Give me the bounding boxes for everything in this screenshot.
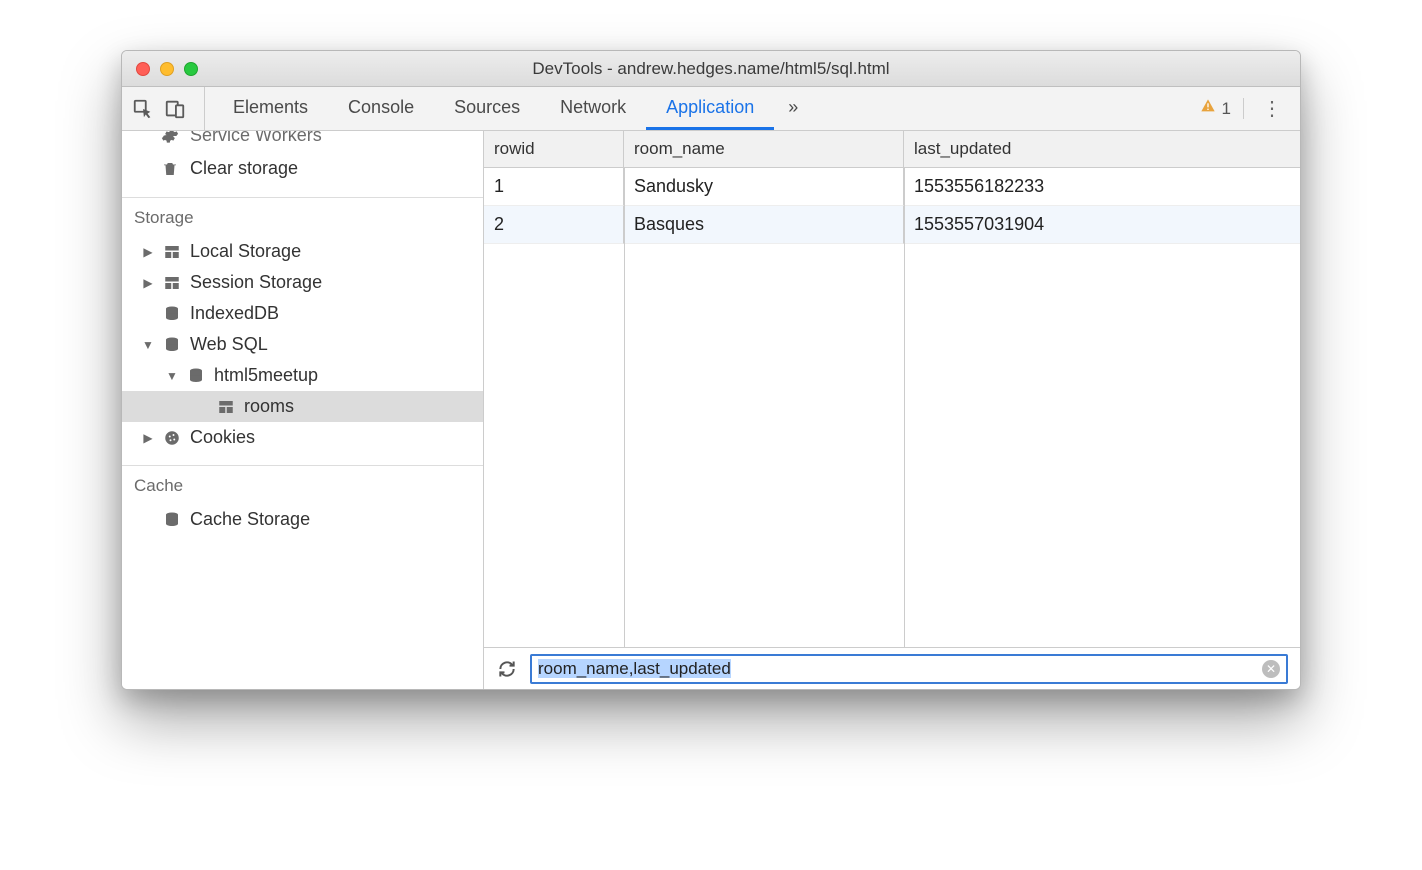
more-menu-icon[interactable]: ⋮	[1254, 96, 1290, 121]
tab-application[interactable]: Application	[646, 87, 774, 130]
tree-item-database[interactable]: ▼ html5meetup	[122, 360, 483, 391]
tab-network[interactable]: Network	[540, 87, 646, 130]
sql-input-text: room_name,last_updated	[538, 659, 1262, 679]
data-grid-body[interactable]: 1 Sandusky 1553556182233 2 Basques 15535…	[484, 168, 1300, 647]
data-grid-header: rowid room_name last_updated	[484, 131, 1300, 168]
caret-right-icon: ▶	[142, 431, 154, 445]
database-icon	[162, 304, 182, 324]
cell-room-name: Sandusky	[624, 168, 904, 206]
tab-overflow[interactable]: »	[774, 87, 812, 130]
tree-item-label: rooms	[244, 396, 294, 417]
sidebar-item-label: Clear storage	[190, 158, 298, 179]
warnings-badge[interactable]: 1	[1200, 98, 1244, 119]
data-grid: rowid room_name last_updated 1 Sandusky …	[484, 131, 1300, 647]
device-toolbar-icon[interactable]	[164, 98, 186, 120]
warnings-count: 1	[1222, 99, 1231, 119]
tree-item-web-sql[interactable]: ▼ Web SQL	[122, 329, 483, 360]
tree-item-indexeddb[interactable]: IndexedDB	[122, 298, 483, 329]
application-sidebar: Service Workers Clear storage Storage ▶ …	[122, 131, 484, 689]
websql-table-view: rowid room_name last_updated 1 Sandusky …	[484, 131, 1300, 689]
tree-item-label: Cookies	[190, 427, 255, 448]
warning-icon	[1200, 98, 1216, 119]
tree-item-table-rooms[interactable]: rooms	[122, 391, 483, 422]
table-icon	[162, 242, 182, 262]
tree-item-label: Web SQL	[190, 334, 268, 355]
window-controls	[122, 62, 198, 76]
column-header-room-name[interactable]: room_name	[624, 131, 904, 167]
table-row[interactable]: 1 Sandusky 1553556182233	[484, 168, 1300, 206]
sql-input[interactable]: room_name,last_updated ✕	[530, 654, 1288, 684]
sidebar-item-service-workers[interactable]: Service Workers	[122, 131, 483, 152]
caret-down-icon: ▼	[166, 369, 178, 383]
devtools-tabstrip: Elements Console Sources Network Applica…	[122, 87, 1300, 131]
sidebar-item-clear-storage[interactable]: Clear storage	[122, 152, 483, 185]
trash-icon	[160, 159, 180, 179]
tree-item-local-storage[interactable]: ▶ Local Storage	[122, 236, 483, 267]
window-title: DevTools - andrew.hedges.name/html5/sql.…	[122, 59, 1300, 79]
caret-right-icon: ▶	[142, 245, 154, 259]
tree-item-label: IndexedDB	[190, 303, 279, 324]
cell-room-name: Basques	[624, 206, 904, 244]
cookie-icon	[162, 428, 182, 448]
tree-item-session-storage[interactable]: ▶ Session Storage	[122, 267, 483, 298]
sidebar-storage-tree: ▶ Local Storage ▶ Session Storage	[122, 236, 483, 453]
tree-item-label: Local Storage	[190, 241, 301, 262]
sql-console-bar: room_name,last_updated ✕	[484, 647, 1300, 689]
zoom-window-button[interactable]	[184, 62, 198, 76]
table-row[interactable]: 2 Basques 1553557031904	[484, 206, 1300, 244]
close-window-button[interactable]	[136, 62, 150, 76]
sidebar-item-label: Service Workers	[190, 131, 322, 146]
caret-down-icon: ▼	[142, 338, 154, 352]
column-header-rowid[interactable]: rowid	[484, 131, 624, 167]
titlebar: DevTools - andrew.hedges.name/html5/sql.…	[122, 51, 1300, 87]
inspect-element-icon[interactable]	[132, 98, 154, 120]
tabstrip-tools	[132, 87, 205, 130]
gear-icon	[160, 131, 180, 146]
tree-item-cookies[interactable]: ▶ Cookies	[122, 422, 483, 453]
sidebar-section-storage-header: Storage	[122, 197, 483, 236]
column-header-last-updated[interactable]: last_updated	[904, 131, 1300, 167]
tree-item-cache-storage[interactable]: Cache Storage	[122, 504, 483, 535]
cell-last-updated: 1553557031904	[904, 206, 1300, 244]
tab-elements[interactable]: Elements	[213, 87, 328, 130]
table-icon	[162, 273, 182, 293]
tabstrip-right: 1 ⋮	[1200, 87, 1290, 130]
cell-rowid: 1	[484, 168, 624, 206]
sidebar-cache-tree: Cache Storage	[122, 504, 483, 535]
table-icon	[216, 397, 236, 417]
devtools-window: DevTools - andrew.hedges.name/html5/sql.…	[121, 50, 1301, 690]
tab-sources[interactable]: Sources	[434, 87, 540, 130]
sidebar-section-app: Service Workers Clear storage	[122, 131, 483, 185]
devtools-body: Service Workers Clear storage Storage ▶ …	[122, 131, 1300, 689]
tree-item-label: Cache Storage	[190, 509, 310, 530]
tree-item-label: Session Storage	[190, 272, 322, 293]
database-icon	[162, 510, 182, 530]
database-icon	[186, 366, 206, 386]
tab-console[interactable]: Console	[328, 87, 434, 130]
database-icon	[162, 335, 182, 355]
tree-item-label: html5meetup	[214, 365, 318, 386]
cell-last-updated: 1553556182233	[904, 168, 1300, 206]
cell-rowid: 2	[484, 206, 624, 244]
caret-right-icon: ▶	[142, 276, 154, 290]
clear-input-icon[interactable]: ✕	[1262, 660, 1280, 678]
devtools-tabs: Elements Console Sources Network Applica…	[213, 87, 812, 130]
refresh-icon[interactable]	[496, 658, 518, 680]
minimize-window-button[interactable]	[160, 62, 174, 76]
sidebar-section-cache-header: Cache	[122, 465, 483, 504]
